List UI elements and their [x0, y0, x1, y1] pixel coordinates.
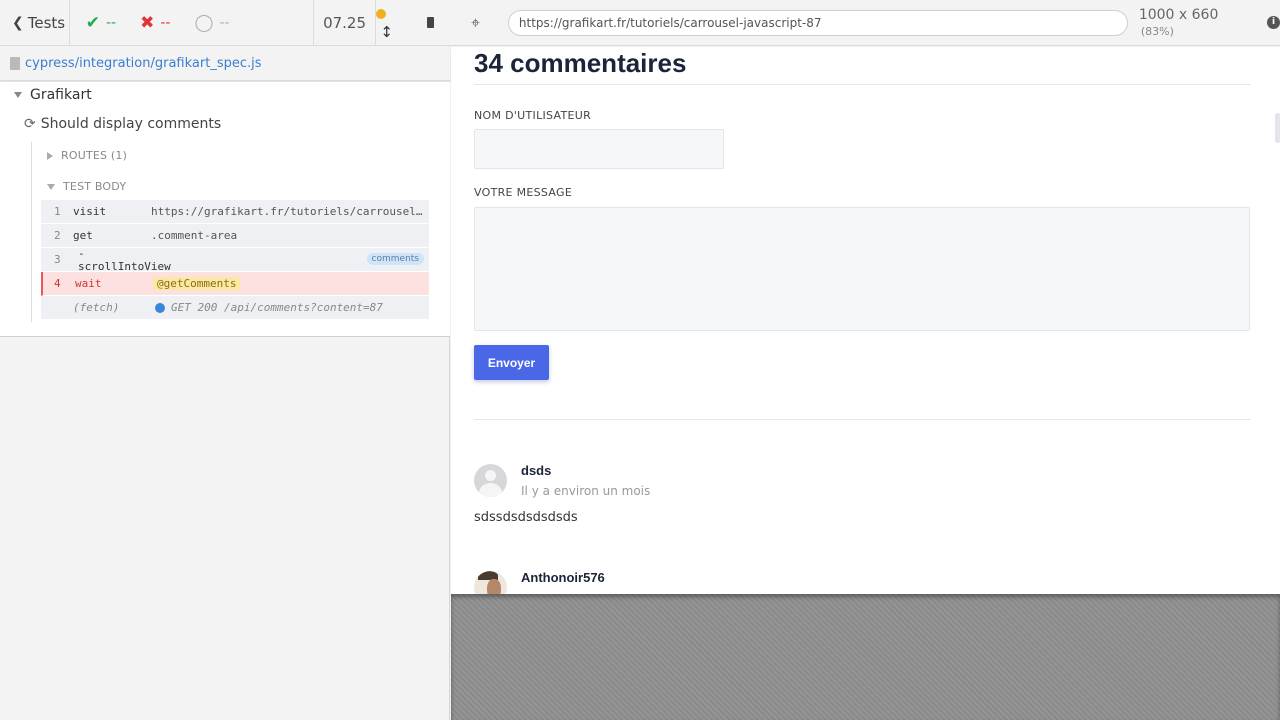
- fetch-message: GET 200 /api/comments?content=87: [171, 301, 383, 314]
- command-name: get: [73, 229, 93, 242]
- auto-scroll-icon: ↕: [380, 22, 393, 41]
- refresh-spinner-icon: ⟳: [24, 116, 36, 132]
- test-title[interactable]: ⟳ Should display comments: [24, 116, 221, 132]
- command-name: visit: [73, 205, 107, 218]
- avatar: [474, 464, 507, 497]
- command-number: 3: [54, 253, 61, 266]
- command-number: 4: [54, 277, 61, 290]
- duration: 07.25: [314, 0, 377, 45]
- viewport-overflow-area: [451, 594, 1280, 720]
- file-icon: [10, 57, 20, 70]
- tests-back-button[interactable]: ❮ Tests: [0, 0, 70, 45]
- command-number: 2: [54, 229, 61, 242]
- failed-stat: ✖ --: [140, 13, 170, 33]
- default-avatar-icon: [485, 470, 496, 481]
- failed-count: --: [160, 14, 171, 31]
- spec-file-link[interactable]: cypress/integration/grafikart_spec.js: [25, 56, 262, 71]
- reporter-panel: ❮ Tests ✔ -- ✖ -- ◯ -- 07.25 ↕ cypress/i…: [0, 0, 450, 720]
- tests-label: Tests: [27, 13, 66, 32]
- caret-down-icon: [47, 183, 55, 190]
- viewport-scale: (83%): [1140, 24, 1174, 38]
- test-label: Should display comments: [40, 116, 222, 132]
- command-message: GET 200 /api/comments?content=87: [151, 301, 429, 314]
- check-icon: ✔: [85, 12, 100, 33]
- test-body-label: TEST BODY: [63, 180, 127, 193]
- passed-stat: ✔ --: [86, 13, 116, 33]
- message-textarea[interactable]: [474, 207, 1250, 331]
- routes-label: ROUTES (1): [61, 149, 128, 162]
- app-under-test: 34 commentaires NOM D'UTILISATEUR VOTRE …: [451, 47, 1280, 594]
- viewport-info: 1000 x 660 (83%): [1139, 7, 1257, 39]
- command-message: https://grafikart.fr/tutoriels/carrousel…: [151, 205, 429, 218]
- aut-header: ⌖ https://grafikart.fr/tutoriels/carrous…: [450, 0, 1280, 46]
- scrollbar-thumb[interactable]: [1275, 113, 1280, 143]
- command-row[interactable]: 3 -scrollIntoView comments: [41, 246, 429, 273]
- divider: [474, 419, 1251, 420]
- comment-author[interactable]: dsds: [521, 463, 551, 478]
- alias-reference: @getComments: [153, 277, 241, 290]
- stop-button[interactable]: [426, 17, 434, 28]
- x-icon: ✖: [140, 12, 155, 33]
- command-row-fetch[interactable]: (fetch) GET 200 /api/comments?content=87: [41, 296, 429, 320]
- command-message: .comment-area: [151, 229, 238, 242]
- caret-right-icon: [47, 151, 53, 160]
- suite-title[interactable]: Grafikart: [14, 87, 92, 103]
- command-row[interactable]: 2 get .comment-area: [41, 224, 429, 248]
- request-status-dot-icon: [155, 302, 165, 313]
- command-log: 1 visit https://grafikart.fr/tutoriels/c…: [41, 200, 429, 320]
- pending-count: --: [219, 14, 230, 31]
- caret-down-icon: [14, 92, 22, 98]
- avatar-face: [487, 579, 501, 594]
- chevron-left-icon: ❮: [12, 14, 24, 31]
- running-indicator[interactable]: ↕: [376, 5, 396, 41]
- username-label: NOM D'UTILISATEUR: [474, 109, 592, 122]
- reporter-header: ❮ Tests ✔ -- ✖ -- ◯ -- 07.25 ↕: [0, 0, 450, 46]
- comment-body: sdssdsdsdsdsds: [474, 510, 578, 525]
- comments-heading: 34 commentaires: [474, 48, 687, 78]
- info-icon[interactable]: i: [1267, 16, 1280, 29]
- avatar: [474, 571, 507, 594]
- comment-author[interactable]: Anthonoir576: [521, 570, 605, 585]
- spec-file-bar: cypress/integration/grafikart_spec.js: [0, 47, 450, 81]
- pending-stat: ◯ --: [194, 13, 229, 33]
- command-name: (fetch): [73, 301, 120, 314]
- runnable-list: Grafikart ⟳ Should display comments ROUT…: [0, 82, 450, 337]
- command-number: 1: [54, 205, 61, 218]
- message-label: VOTRE MESSAGE: [474, 186, 573, 199]
- test-body-toggle[interactable]: TEST BODY: [47, 180, 126, 193]
- routes-toggle[interactable]: ROUTES (1): [47, 149, 127, 162]
- running-dot-icon: [376, 8, 387, 19]
- selector-playground-icon[interactable]: ⌖: [471, 14, 487, 31]
- divider: [474, 84, 1251, 85]
- stats: ✔ -- ✖ -- ◯ --: [70, 0, 314, 45]
- username-input[interactable]: [474, 129, 724, 169]
- command-row[interactable]: 1 visit https://grafikart.fr/tutoriels/c…: [41, 200, 429, 224]
- send-button[interactable]: Envoyer: [474, 345, 549, 380]
- passed-count: --: [106, 14, 117, 31]
- default-avatar-body: [479, 483, 502, 497]
- command-name: -scrollIntoView: [78, 246, 171, 273]
- cypress-runner: ❮ Tests ✔ -- ✖ -- ◯ -- 07.25 ↕ cypress/i…: [0, 0, 1280, 720]
- command-row-failed[interactable]: 4 wait @getComments: [41, 272, 429, 296]
- alias-badge: comments: [366, 253, 424, 265]
- comment-date: Il y a environ un mois: [521, 484, 651, 498]
- command-name: wait: [75, 277, 102, 290]
- indent-line: [31, 142, 32, 322]
- suite-label: Grafikart: [30, 87, 92, 103]
- url-bar[interactable]: https://grafikart.fr/tutoriels/carrousel…: [507, 9, 1128, 36]
- pending-circle-icon: ◯: [194, 12, 214, 33]
- viewport-size: 1000 x 660: [1138, 6, 1219, 23]
- command-message: @getComments: [153, 277, 429, 290]
- controls: ↕: [376, 0, 450, 45]
